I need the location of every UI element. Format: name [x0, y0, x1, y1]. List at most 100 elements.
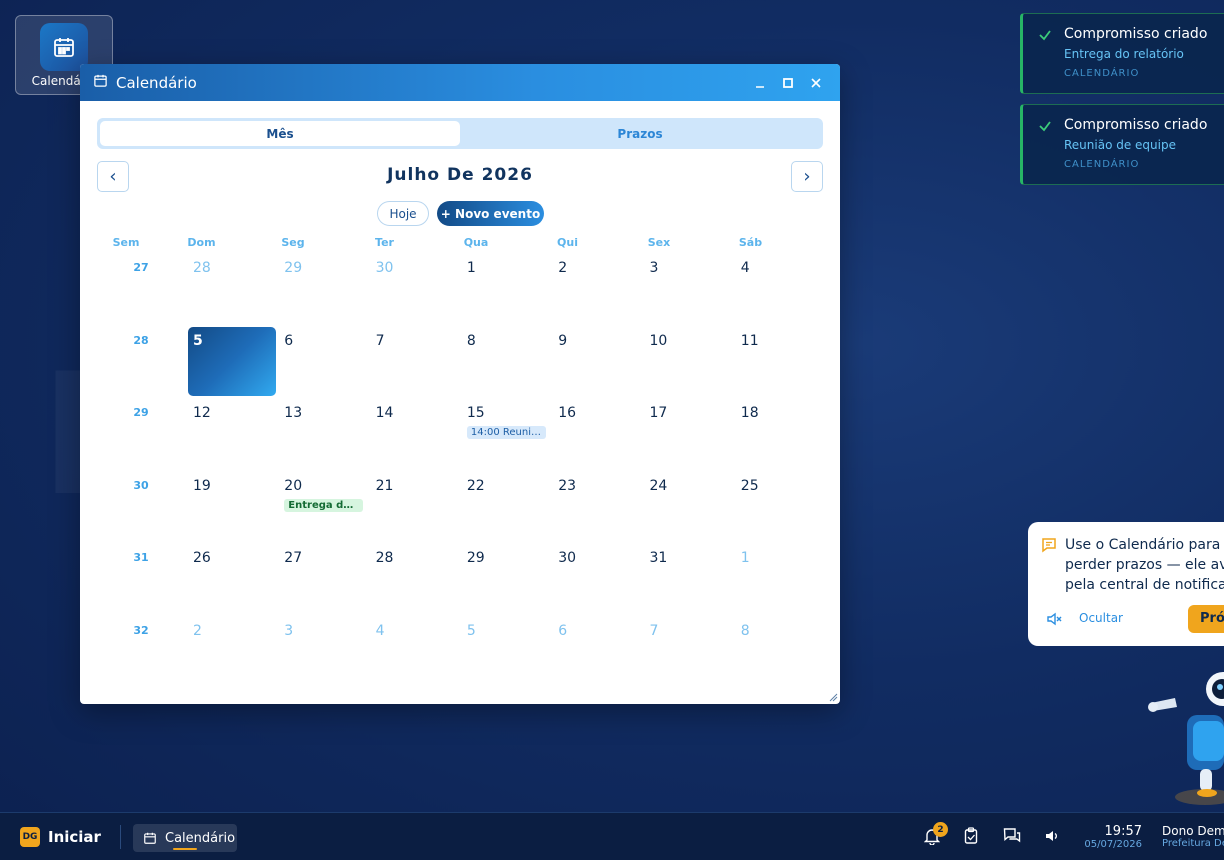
event-chip[interactable]: 14:00 Reunião de equipe — [466, 426, 546, 439]
day-cell[interactable]: 6 — [553, 617, 641, 686]
user-organization: Prefeitura Demo — [1162, 838, 1224, 849]
day-cell[interactable]: 8 — [462, 327, 550, 396]
day-cell[interactable]: 20 Entrega do relatório — [279, 472, 367, 541]
day-number: 29 — [284, 260, 303, 276]
day-number: 4 — [740, 260, 750, 276]
day-cell[interactable]: 25 — [736, 472, 824, 541]
toast-title: Compromisso criado — [1064, 117, 1208, 133]
day-cell[interactable]: 3 — [645, 254, 733, 323]
maximize-button[interactable] — [774, 69, 802, 97]
day-cell[interactable]: 19 — [188, 472, 276, 541]
day-cell[interactable]: 27 — [279, 544, 367, 613]
chat-icon[interactable] — [1003, 827, 1021, 845]
day-cell[interactable]: 29 — [279, 254, 367, 323]
day-cell[interactable]: 30 — [371, 254, 459, 323]
weekday-label: Sáb — [738, 236, 763, 249]
day-cell[interactable]: 13 — [279, 399, 367, 468]
today-button[interactable]: Hoje — [377, 201, 429, 226]
taskbar-app-label: Calendário — [165, 830, 236, 846]
day-cell[interactable]: 28 — [188, 254, 276, 323]
next-month-button[interactable]: › — [791, 161, 823, 192]
day-cell[interactable]: 4 — [371, 617, 459, 686]
day-number: 26 — [193, 550, 211, 566]
day-cell[interactable]: 1 — [736, 544, 824, 613]
close-button[interactable] — [802, 69, 830, 97]
day-cell[interactable]: 10 — [645, 327, 733, 396]
notification-toast[interactable]: Compromisso criado Reunião de equipe CAL… — [1020, 104, 1224, 185]
day-cell[interactable]: 21 — [371, 472, 459, 541]
hide-tip-button[interactable]: Ocultar — [1079, 611, 1123, 625]
day-cell[interactable]: 5 — [462, 617, 550, 686]
day-cell[interactable]: 30 — [553, 544, 641, 613]
volume-icon[interactable] — [1045, 827, 1059, 845]
taskbar-app-calendar[interactable]: Calendário — [133, 824, 237, 852]
close-icon — [811, 77, 821, 88]
day-cell[interactable]: 11 — [736, 327, 824, 396]
new-event-button[interactable]: + Novo evento — [437, 201, 544, 226]
day-number: 13 — [284, 405, 303, 421]
resize-grip-icon[interactable] — [829, 693, 838, 702]
system-clock[interactable]: 19:57 05/07/2026 — [1080, 824, 1142, 850]
day-cell[interactable]: 22 — [462, 472, 550, 541]
day-cell-today[interactable]: 5 — [188, 326, 276, 396]
day-number: 27 — [284, 550, 303, 566]
notification-count-badge: 2 — [933, 822, 948, 837]
day-cell[interactable]: 2 — [188, 617, 276, 686]
day-cell[interactable]: 1 — [462, 254, 550, 323]
day-cell[interactable]: 15 14:00 Reunião de equipe — [462, 399, 550, 468]
day-number: 28 — [375, 550, 394, 566]
week-number: 32 — [133, 623, 149, 637]
day-cell[interactable]: 8 — [736, 617, 824, 686]
day-cell[interactable]: 31 — [645, 544, 733, 613]
day-cell[interactable]: 7 — [371, 327, 459, 396]
day-number: 1 — [740, 550, 750, 566]
day-cell[interactable]: 24 — [645, 472, 733, 541]
day-number: 6 — [558, 622, 568, 639]
event-chip[interactable]: Entrega do relatório — [284, 498, 364, 512]
next-tip-button[interactable]: Próximo — [1188, 605, 1224, 633]
day-cell[interactable]: 4 — [736, 254, 824, 323]
start-logo: DG — [20, 827, 40, 847]
maximize-icon — [783, 77, 793, 88]
view-tabs: Mês Prazos — [97, 118, 823, 149]
tab-month[interactable]: Mês — [100, 121, 460, 146]
day-cell[interactable]: 23 — [553, 472, 641, 541]
mute-icon[interactable] — [1046, 611, 1064, 627]
toast-detail: Reunião de equipe — [1064, 138, 1176, 152]
day-cell[interactable]: 28 — [371, 544, 459, 613]
day-cell[interactable]: 16 — [553, 399, 641, 468]
day-cell[interactable]: 6 — [279, 327, 367, 396]
day-number: 11 — [740, 332, 759, 349]
day-cell[interactable]: 9 — [553, 327, 641, 396]
day-number: 25 — [740, 477, 759, 494]
day-cell[interactable]: 7 — [645, 617, 733, 686]
day-cell[interactable]: 26 — [188, 544, 276, 613]
day-cell[interactable]: 18 — [736, 399, 824, 468]
start-button[interactable]: DG Iniciar — [20, 827, 101, 847]
notification-toast[interactable]: Compromisso criado Entrega do relatório … — [1020, 13, 1224, 94]
day-cell[interactable]: 17 — [645, 399, 733, 468]
user-menu[interactable]: Dono Demo Prefeitura Demo — [1162, 824, 1224, 849]
clock-date: 05/07/2026 — [1084, 839, 1142, 850]
day-cell[interactable]: 29 — [462, 544, 550, 613]
minimize-icon — [756, 85, 764, 88]
window-titlebar[interactable]: Calendário — [80, 64, 840, 101]
day-number: 16 — [558, 405, 577, 421]
day-cell[interactable]: 14 — [371, 399, 459, 468]
chat-icon — [1042, 538, 1056, 553]
tab-deadlines[interactable]: Prazos — [460, 121, 820, 146]
day-number: 14 — [375, 405, 394, 421]
day-cell[interactable]: 12 — [188, 399, 276, 468]
week-number: 29 — [133, 406, 149, 419]
day-number: 17 — [649, 405, 668, 421]
day-number: 5 — [466, 622, 476, 639]
tip-line: Use o Calendário para não — [1065, 537, 1224, 553]
clipboard-icon[interactable] — [964, 827, 978, 845]
calendar-icon — [144, 832, 156, 844]
tip-text: Use o Calendário para não perder prazos … — [1065, 535, 1224, 595]
day-number: 29 — [466, 550, 485, 566]
day-cell[interactable]: 3 — [279, 617, 367, 686]
day-number: 31 — [649, 550, 668, 566]
day-cell[interactable]: 2 — [553, 254, 641, 323]
minimize-button[interactable] — [746, 69, 774, 97]
